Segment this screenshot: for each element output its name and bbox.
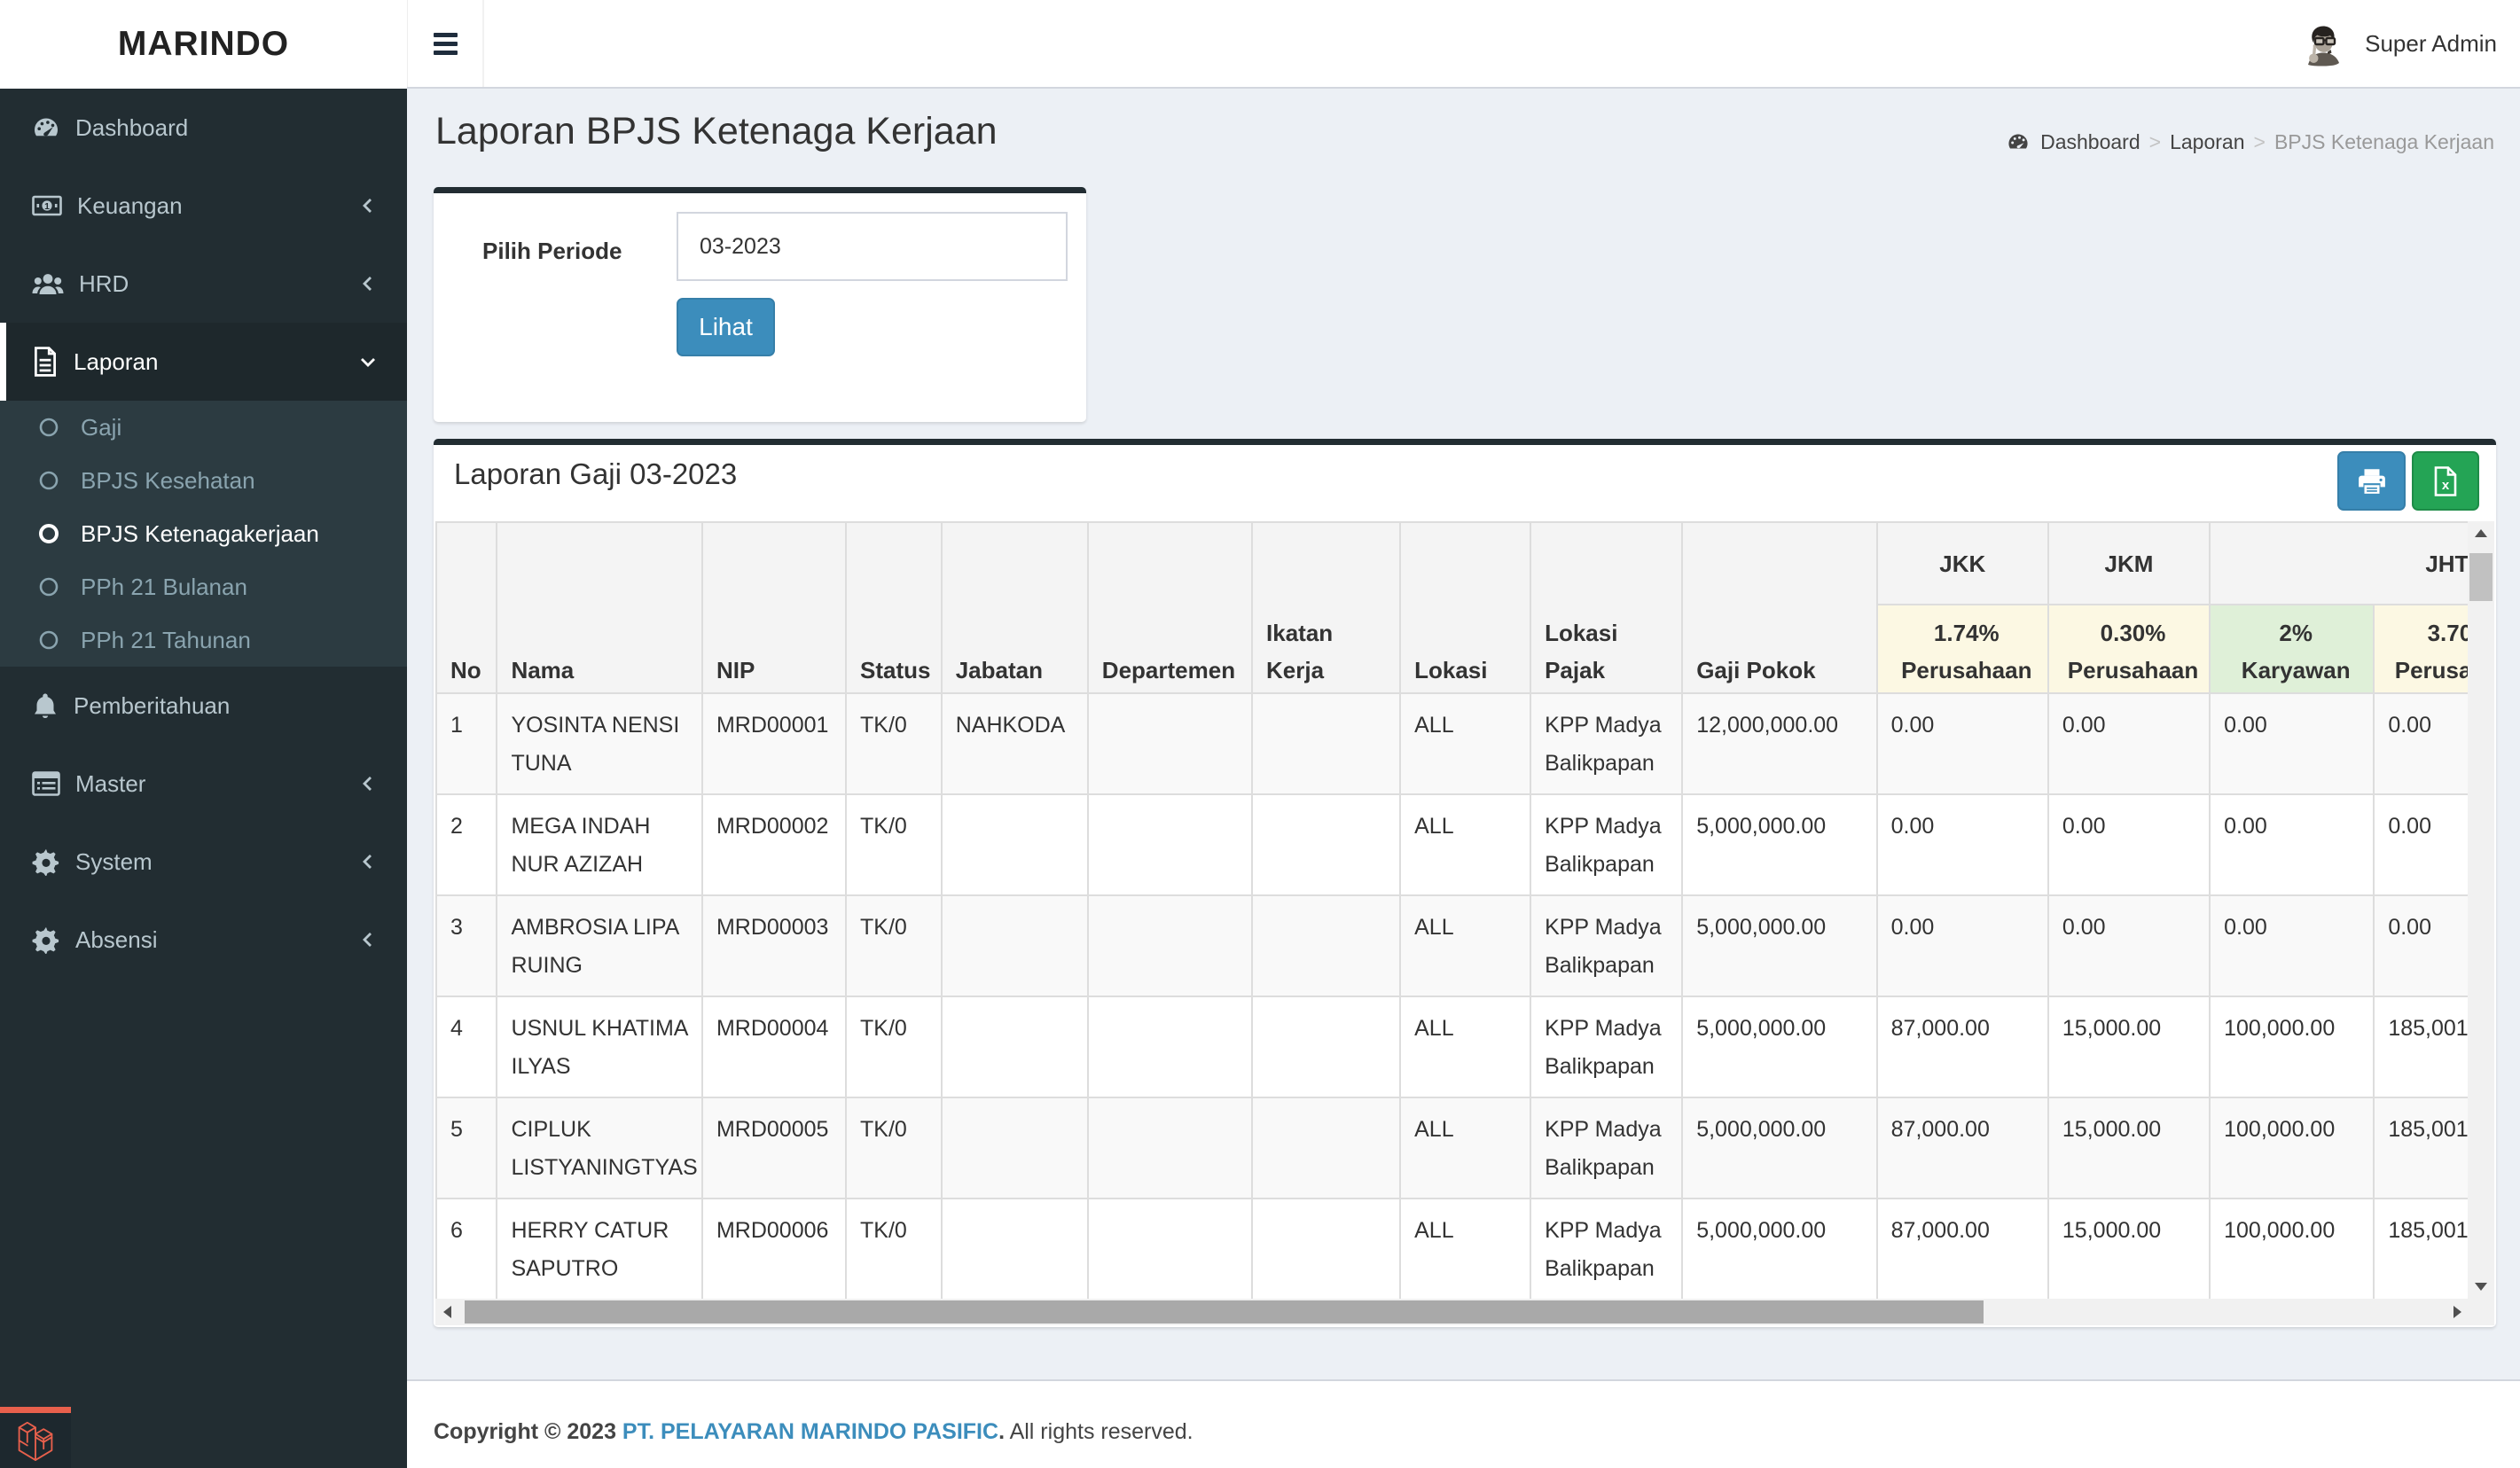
svg-text:x: x: [2442, 478, 2450, 493]
svg-text:1: 1: [44, 201, 50, 212]
